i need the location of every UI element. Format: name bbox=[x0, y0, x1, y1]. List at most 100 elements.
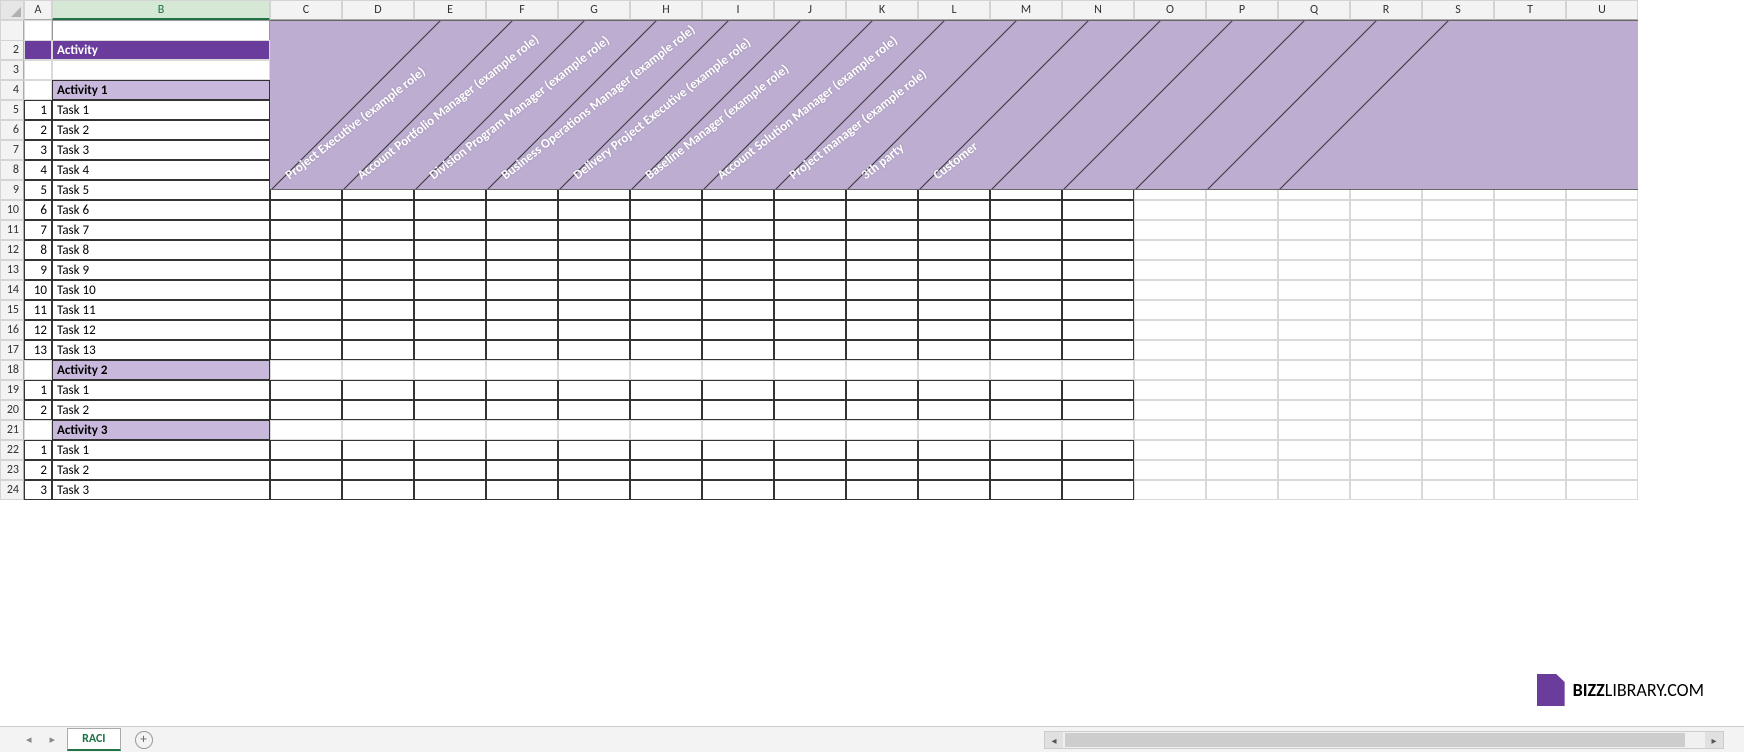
task-number[interactable]: 5 bbox=[24, 180, 52, 200]
raci-cell[interactable] bbox=[1278, 440, 1350, 460]
task-name[interactable]: Task 1 bbox=[52, 380, 270, 400]
raci-cell[interactable] bbox=[558, 260, 630, 280]
col-header-L[interactable]: L bbox=[918, 0, 990, 20]
task-name[interactable]: Task 1 bbox=[52, 440, 270, 460]
row-header-19[interactable]: 19 bbox=[0, 380, 24, 400]
task-name[interactable]: Task 8 bbox=[52, 240, 270, 260]
raci-cell[interactable] bbox=[702, 280, 774, 300]
raci-cell[interactable] bbox=[414, 400, 486, 420]
raci-cell[interactable] bbox=[342, 340, 414, 360]
raci-cell[interactable] bbox=[990, 280, 1062, 300]
task-number[interactable]: 10 bbox=[24, 280, 52, 300]
raci-cell[interactable] bbox=[414, 320, 486, 340]
raci-cell[interactable] bbox=[486, 320, 558, 340]
cell[interactable] bbox=[1206, 420, 1278, 440]
raci-cell[interactable] bbox=[558, 480, 630, 500]
raci-cell[interactable] bbox=[558, 300, 630, 320]
raci-cell[interactable] bbox=[1134, 400, 1206, 420]
raci-cell[interactable] bbox=[414, 460, 486, 480]
col-header-E[interactable]: E bbox=[414, 0, 486, 20]
task-name[interactable]: Task 12 bbox=[52, 320, 270, 340]
raci-cell[interactable] bbox=[270, 340, 342, 360]
row-header-12[interactable]: 12 bbox=[0, 240, 24, 260]
raci-cell[interactable] bbox=[1206, 340, 1278, 360]
raci-cell[interactable] bbox=[990, 380, 1062, 400]
raci-cell[interactable] bbox=[342, 320, 414, 340]
task-number[interactable]: 8 bbox=[24, 240, 52, 260]
raci-cell[interactable] bbox=[990, 440, 1062, 460]
raci-cell[interactable] bbox=[1422, 320, 1494, 340]
raci-cell[interactable] bbox=[630, 440, 702, 460]
cell[interactable] bbox=[1422, 420, 1494, 440]
raci-cell[interactable] bbox=[1062, 380, 1134, 400]
raci-cell[interactable] bbox=[1206, 400, 1278, 420]
raci-cell[interactable] bbox=[1206, 380, 1278, 400]
raci-cell[interactable] bbox=[918, 400, 990, 420]
row-header-23[interactable]: 23 bbox=[0, 460, 24, 480]
raci-cell[interactable] bbox=[1350, 200, 1422, 220]
cell[interactable] bbox=[1422, 360, 1494, 380]
cell[interactable] bbox=[414, 360, 486, 380]
raci-cell[interactable] bbox=[702, 340, 774, 360]
scroll-thumb[interactable] bbox=[1065, 733, 1685, 747]
col-header-M[interactable]: M bbox=[990, 0, 1062, 20]
raci-cell[interactable] bbox=[918, 240, 990, 260]
raci-cell[interactable] bbox=[1062, 460, 1134, 480]
raci-cell[interactable] bbox=[1422, 280, 1494, 300]
raci-cell[interactable] bbox=[558, 340, 630, 360]
col-header-P[interactable]: P bbox=[1206, 0, 1278, 20]
raci-cell[interactable] bbox=[486, 380, 558, 400]
task-number[interactable]: 4 bbox=[24, 160, 52, 180]
raci-cell[interactable] bbox=[846, 300, 918, 320]
raci-cell[interactable] bbox=[1062, 400, 1134, 420]
col-header-H[interactable]: H bbox=[630, 0, 702, 20]
tab-nav-next[interactable]: ▸ bbox=[44, 733, 62, 746]
raci-cell[interactable] bbox=[1422, 440, 1494, 460]
cell[interactable] bbox=[1494, 360, 1566, 380]
cell[interactable] bbox=[1134, 420, 1206, 440]
raci-cell[interactable] bbox=[846, 220, 918, 240]
raci-cell[interactable] bbox=[414, 280, 486, 300]
raci-cell[interactable] bbox=[1422, 220, 1494, 240]
raci-cell[interactable] bbox=[1062, 340, 1134, 360]
raci-cell[interactable] bbox=[486, 480, 558, 500]
row-header-21[interactable]: 21 bbox=[0, 420, 24, 440]
raci-cell[interactable] bbox=[1566, 200, 1638, 220]
raci-cell[interactable] bbox=[1206, 480, 1278, 500]
raci-cell[interactable] bbox=[342, 220, 414, 240]
raci-cell[interactable] bbox=[1350, 280, 1422, 300]
raci-cell[interactable] bbox=[1278, 480, 1350, 500]
cell-a2[interactable] bbox=[24, 40, 52, 60]
raci-cell[interactable] bbox=[342, 280, 414, 300]
raci-cell[interactable] bbox=[1350, 340, 1422, 360]
raci-cell[interactable] bbox=[270, 460, 342, 480]
raci-cell[interactable] bbox=[990, 400, 1062, 420]
cell[interactable] bbox=[990, 360, 1062, 380]
task-name[interactable]: Task 1 bbox=[52, 100, 270, 120]
raci-cell[interactable] bbox=[1494, 380, 1566, 400]
cell[interactable] bbox=[774, 360, 846, 380]
task-name[interactable]: Task 6 bbox=[52, 200, 270, 220]
raci-cell[interactable] bbox=[486, 240, 558, 260]
raci-cell[interactable] bbox=[1134, 220, 1206, 240]
raci-cell[interactable] bbox=[990, 340, 1062, 360]
cell[interactable] bbox=[414, 420, 486, 440]
cell[interactable] bbox=[24, 80, 52, 100]
cell[interactable] bbox=[342, 420, 414, 440]
raci-cell[interactable] bbox=[1134, 280, 1206, 300]
raci-cell[interactable] bbox=[1566, 280, 1638, 300]
raci-cell[interactable] bbox=[630, 380, 702, 400]
cell[interactable] bbox=[846, 360, 918, 380]
raci-cell[interactable] bbox=[1566, 260, 1638, 280]
raci-cell[interactable] bbox=[774, 460, 846, 480]
raci-cell[interactable] bbox=[558, 320, 630, 340]
col-header-B[interactable]: B bbox=[52, 0, 270, 20]
task-name[interactable]: Task 5 bbox=[52, 180, 270, 200]
row-header-22[interactable]: 22 bbox=[0, 440, 24, 460]
raci-cell[interactable] bbox=[774, 300, 846, 320]
raci-cell[interactable] bbox=[1422, 460, 1494, 480]
scroll-left-button[interactable]: ◂ bbox=[1045, 732, 1063, 748]
raci-cell[interactable] bbox=[630, 200, 702, 220]
raci-cell[interactable] bbox=[1278, 400, 1350, 420]
raci-cell[interactable] bbox=[846, 400, 918, 420]
